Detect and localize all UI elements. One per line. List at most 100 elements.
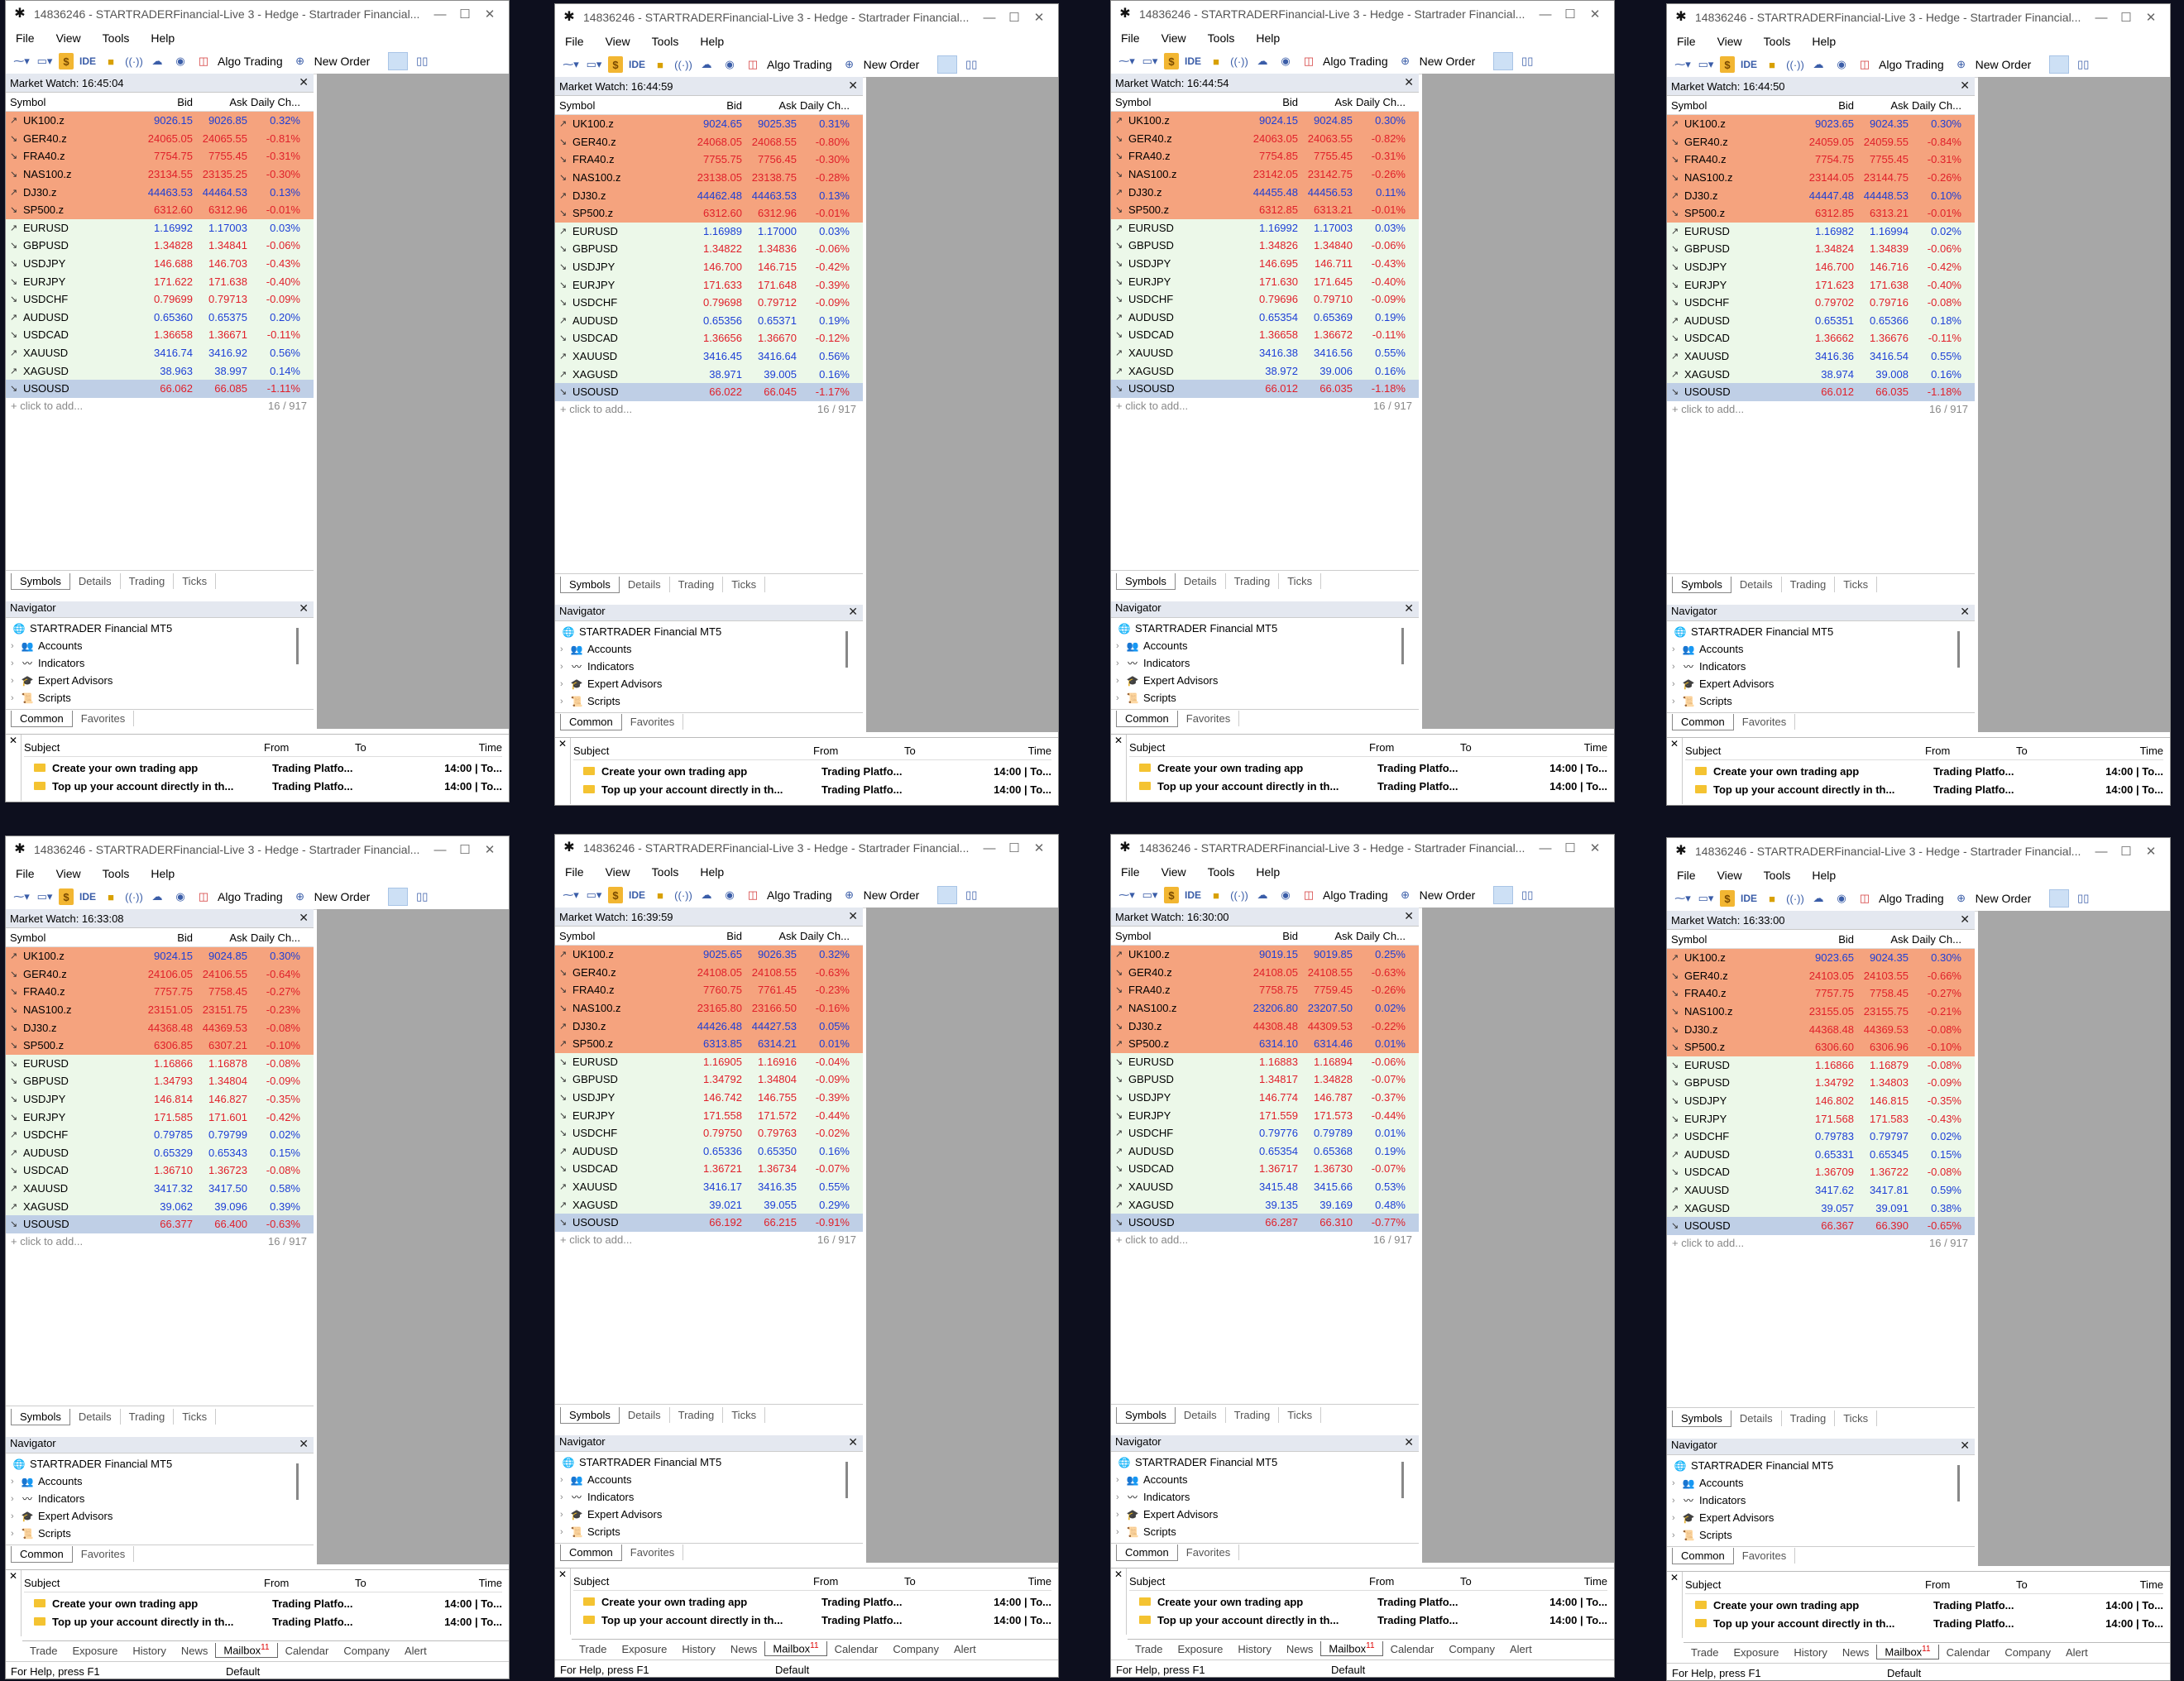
algo-trading-button[interactable]: Algo Trading	[767, 58, 832, 71]
table-row[interactable]: ↗ XAUUSD 3416.17 3416.35 0.55%	[555, 1177, 863, 1196]
maximize-icon[interactable]: ☐	[1558, 7, 1583, 22]
ide-icon[interactable]: IDE	[1184, 53, 1202, 69]
menu-help[interactable]: Help	[1256, 31, 1280, 45]
menu-view[interactable]: View	[606, 865, 630, 879]
menu-help[interactable]: Help	[1256, 865, 1280, 879]
menu-help[interactable]: Help	[1812, 869, 1836, 882]
mail-row[interactable]: Top up your account directly in th... Tra…	[24, 1613, 502, 1630]
header-daily-change[interactable]: Daily Ch...	[797, 99, 855, 112]
header-ask[interactable]: Ask	[1298, 930, 1353, 942]
navigator-item-indicators[interactable]: › 〰 Indicators	[6, 1490, 304, 1507]
navigator-item-indicators[interactable]: › 〰 Indicators	[1111, 654, 1409, 672]
table-row[interactable]: ↗ EURUSD 1.16989 1.17000 0.03%	[555, 222, 863, 241]
menu-tools[interactable]: Tools	[652, 865, 679, 879]
tab-favorites[interactable]: Favorites	[622, 1545, 684, 1560]
tab-symbols[interactable]: Symbols	[560, 1406, 620, 1424]
menu-view[interactable]: View	[56, 31, 81, 45]
close-icon[interactable]: ✕	[477, 7, 502, 22]
vps-icon[interactable]: ◉	[721, 887, 739, 903]
close-icon[interactable]: ✕	[1667, 1572, 1682, 1583]
table-row[interactable]: ↘ SP500.z 6312.85 6313.21 -0.01%	[1667, 204, 1975, 223]
menu-file[interactable]: File	[565, 35, 584, 48]
scrollbar[interactable]	[845, 631, 848, 668]
close-icon[interactable]: ✕	[299, 1437, 309, 1451]
algo-trading-icon[interactable]: ◫	[194, 888, 213, 905]
new-order-button[interactable]: New Order	[1976, 58, 2032, 71]
tab-history[interactable]: History	[1230, 1643, 1278, 1655]
header-from[interactable]: From	[1369, 741, 1460, 754]
algo-trading-button[interactable]: Algo Trading	[218, 55, 283, 68]
menu-tools[interactable]: Tools	[652, 35, 679, 48]
header-bid[interactable]: Bid	[1243, 930, 1298, 942]
expand-icon[interactable]: ›	[560, 1492, 570, 1502]
expand-icon[interactable]: ›	[1116, 676, 1126, 686]
expand-icon[interactable]: ›	[11, 1529, 21, 1539]
table-row[interactable]: ↗ AUDUSD 0.65354 0.65368 0.19%	[1111, 1142, 1419, 1161]
table-row[interactable]: ↘ USDCAD 1.36662 1.36676 -0.11%	[1667, 329, 1975, 347]
menu-tools[interactable]: Tools	[1764, 35, 1791, 48]
close-icon[interactable]: ✕	[1583, 7, 1607, 22]
click-to-add-row[interactable]: + click to add... 16 / 917	[1667, 401, 1975, 418]
algo-trading-button[interactable]: Algo Trading	[1323, 55, 1388, 68]
menu-view[interactable]: View	[1717, 869, 1742, 882]
table-row[interactable]: ↘ SP500.z 6312.60 6312.96 -0.01%	[6, 200, 314, 219]
tab-favorites[interactable]: Favorites	[1734, 714, 1796, 730]
tab-favorites[interactable]: Favorites	[622, 714, 684, 730]
tab-symbols[interactable]: Symbols	[11, 1408, 70, 1425]
expand-icon[interactable]: ›	[560, 679, 570, 689]
header-time[interactable]: Time	[1584, 741, 1607, 754]
mail-row[interactable]: Create your own trading app Trading Platf…	[1129, 1593, 1607, 1610]
algo-trading-icon[interactable]: ◫	[1856, 890, 1874, 907]
tab-calendar[interactable]: Calendar	[1939, 1646, 1998, 1659]
vps-icon[interactable]: ◉	[1832, 890, 1851, 907]
chart-icon[interactable]: ⁓▾	[12, 53, 31, 69]
new-order-button[interactable]: New Order	[1976, 892, 2032, 905]
table-row[interactable]: ↘ USDCHF 0.79750 0.79763 -0.02%	[555, 1123, 863, 1142]
ide-icon[interactable]: IDE	[1184, 887, 1202, 903]
algo-trading-button[interactable]: Algo Trading	[1879, 892, 1944, 905]
header-to[interactable]: To	[355, 1577, 438, 1589]
table-row[interactable]: ↘ FRA40.z 7755.75 7756.45 -0.30%	[555, 151, 863, 169]
chart-mode-button[interactable]	[2049, 55, 2070, 74]
new-order-icon[interactable]: ⊕	[841, 887, 859, 903]
table-row[interactable]: ↘ USOUSD 66.012 66.035 -1.18%	[1111, 379, 1419, 398]
window-icon[interactable]: ▭▾	[36, 53, 54, 69]
header-daily-change[interactable]: Daily Ch...	[1353, 96, 1410, 108]
table-row[interactable]: ↗ DJ30.z 44455.48 44456.53 0.11%	[1111, 183, 1419, 201]
close-icon[interactable]: ✕	[1404, 75, 1414, 89]
table-row[interactable]: ↗ AUDUSD 0.65351 0.65366 0.18%	[1667, 311, 1975, 330]
vps-icon[interactable]: ◉	[1832, 56, 1851, 73]
header-bid[interactable]: Bid	[138, 96, 193, 108]
click-to-add-label[interactable]: + click to add...	[11, 400, 83, 412]
tab-mailbox[interactable]: Mailbox11	[1876, 1645, 1939, 1659]
table-row[interactable]: ↘ EURJPY 171.633 171.648 -0.39%	[555, 275, 863, 294]
table-row[interactable]: ↘ USOUSD 66.377 66.400 -0.63%	[6, 1214, 314, 1233]
chart-icon[interactable]: ⁓▾	[1118, 53, 1136, 69]
close-icon[interactable]: ✕	[6, 1570, 21, 1582]
tab-favorites[interactable]: Favorites	[1178, 1545, 1240, 1560]
algo-trading-button[interactable]: Algo Trading	[1323, 888, 1388, 902]
tab-mailbox[interactable]: Mailbox11	[764, 1641, 827, 1656]
header-symbol[interactable]: Symbol	[555, 930, 687, 942]
tab-favorites[interactable]: Favorites	[73, 1546, 135, 1562]
table-row[interactable]: ↘ EURJPY 171.568 171.583 -0.43%	[1667, 1109, 1975, 1128]
chart-mode-button[interactable]	[1493, 886, 1514, 904]
mail-row[interactable]: Create your own trading app Trading Platf…	[1685, 1597, 2163, 1613]
table-row[interactable]: ↘ EURUSD 1.16883 1.16894 -0.06%	[1111, 1052, 1419, 1071]
table-row[interactable]: ↘ GBPUSD 1.34793 1.34804 -0.09%	[6, 1072, 314, 1090]
table-row[interactable]: ↘ USDCHF 0.79702 0.79716 -0.08%	[1667, 293, 1975, 312]
window-icon[interactable]: ▭▾	[585, 56, 603, 73]
dollar-icon[interactable]: $	[1164, 53, 1179, 69]
table-row[interactable]: ↘ EURUSD 1.16866 1.16878 -0.08%	[6, 1054, 314, 1073]
tab-ticks[interactable]: Ticks	[723, 1407, 766, 1423]
menu-help[interactable]: Help	[151, 867, 175, 880]
maximize-icon[interactable]: ☐	[1558, 840, 1583, 855]
table-row[interactable]: ↘ GBPUSD 1.34824 1.34839 -0.06%	[1667, 240, 1975, 258]
new-order-button[interactable]: New Order	[314, 890, 371, 903]
tab-company[interactable]: Company	[336, 1645, 397, 1657]
table-row[interactable]: ↘ USOUSD 66.012 66.035 -1.18%	[1667, 382, 1975, 401]
table-row[interactable]: ↗ AUDUSD 0.65336 0.65350 0.16%	[555, 1142, 863, 1161]
header-time[interactable]: Time	[2140, 1578, 2163, 1591]
click-to-add-row[interactable]: + click to add... 16 / 917	[1111, 398, 1419, 414]
table-row[interactable]: ↘ USOUSD 66.367 66.390 -0.65%	[1667, 1216, 1975, 1235]
